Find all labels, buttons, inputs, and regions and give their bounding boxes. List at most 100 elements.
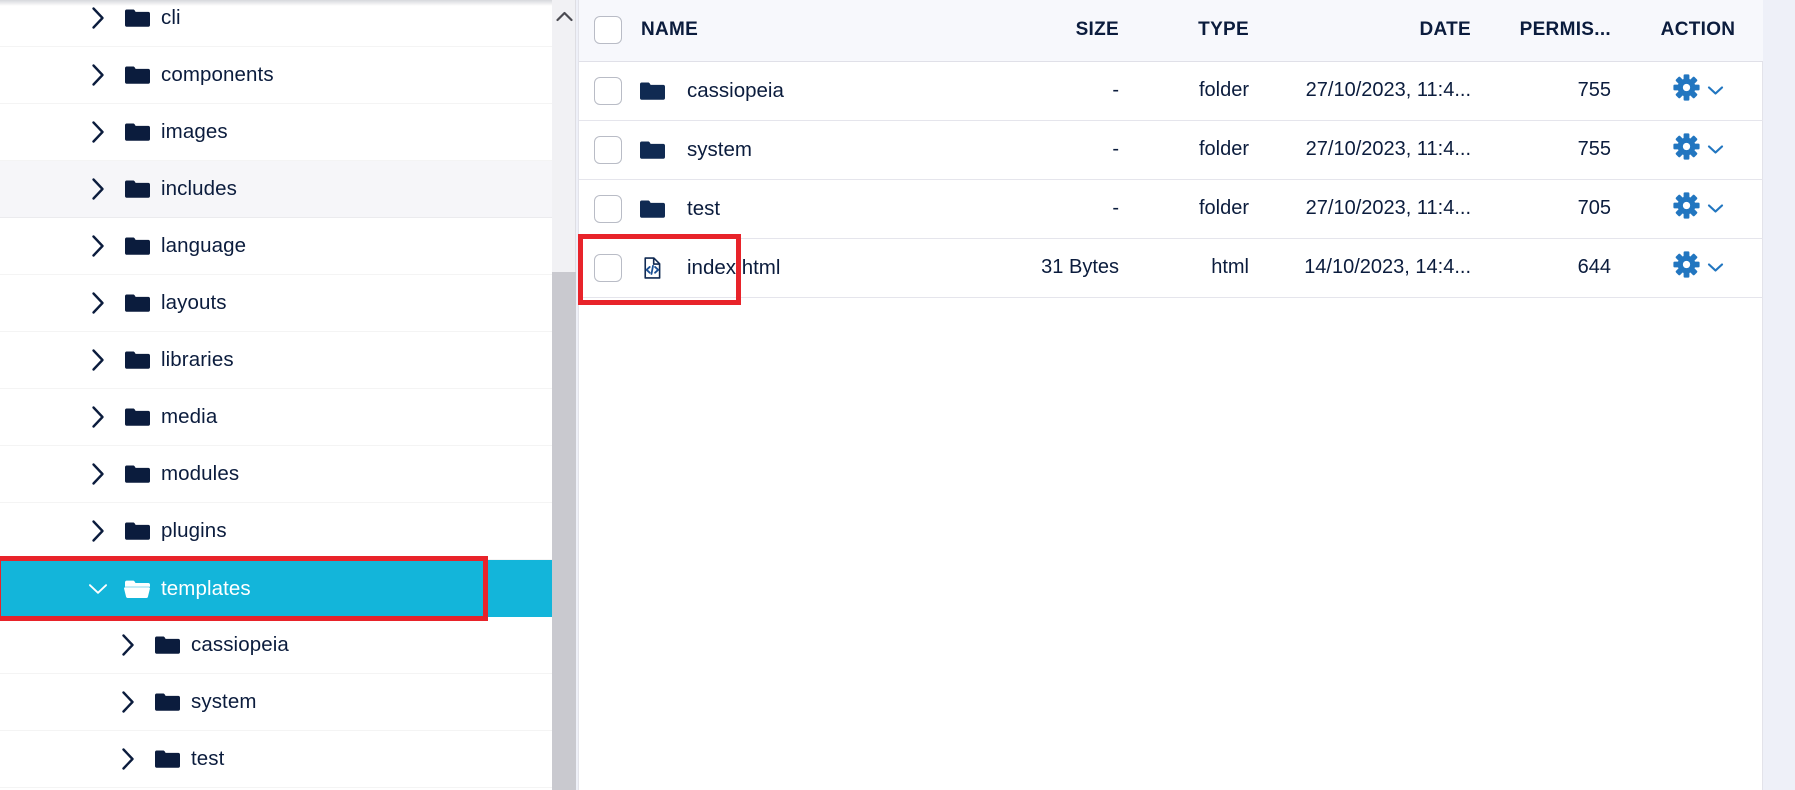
file-permissions-cell: 644	[1485, 238, 1633, 298]
sidebar-item-test[interactable]: test	[0, 731, 554, 788]
column-header-name[interactable]: NAME	[637, 0, 1002, 62]
chevron-down-icon[interactable]	[1707, 79, 1724, 102]
column-header-size-label: SIZE	[1075, 19, 1119, 41]
sidebar-item-content: libraries	[124, 348, 234, 372]
action-menu-button[interactable]	[1672, 251, 1724, 284]
chevron-right-icon[interactable]	[88, 64, 108, 86]
chevron-down-icon[interactable]	[88, 579, 108, 599]
file-name-label: index.html	[687, 255, 781, 279]
folder-icon	[639, 139, 676, 161]
file-manager-screen: cli components images includes language layou…	[0, 0, 1795, 790]
chevron-right-icon[interactable]	[88, 178, 108, 200]
file-name-cell[interactable]: index.html	[637, 238, 1002, 298]
action-menu-button[interactable]	[1672, 192, 1724, 225]
sidebar-item-label: layouts	[161, 291, 227, 314]
file-name-label: cassiopeia	[687, 78, 784, 102]
sidebar-item-modules[interactable]: modules	[0, 446, 554, 503]
column-header-name-label: NAME	[641, 19, 699, 41]
file-permissions-cell: 755	[1485, 61, 1633, 121]
sidebar-item-content: media	[124, 405, 217, 429]
file-name-cell[interactable]: cassiopeia	[637, 61, 1002, 121]
row-checkbox[interactable]	[594, 253, 622, 282]
folder-icon	[154, 748, 191, 770]
action-menu-button[interactable]	[1672, 133, 1724, 166]
sidebar-item-content: system	[154, 690, 257, 714]
sidebar-item-label: images	[161, 120, 228, 143]
sidebar-item-cli[interactable]: cli	[0, 0, 554, 47]
chevron-right-icon[interactable]	[118, 748, 138, 770]
chevron-down-icon[interactable]	[1707, 138, 1724, 161]
folder-icon	[124, 121, 161, 143]
file-date-cell: 27/10/2023, 11:4...	[1265, 61, 1485, 121]
sidebar-item-templates[interactable]: templates	[0, 560, 554, 617]
chevron-up-icon[interactable]	[552, 6, 576, 26]
sidebar-item-content: cassiopeia	[154, 633, 289, 657]
column-header-permissions-label: PERMIS...	[1519, 19, 1611, 41]
table-row[interactable]: index.html 31 Bytes html 14/10/2023, 14:4..…	[579, 238, 1763, 298]
column-header-size[interactable]: SIZE	[1002, 0, 1137, 62]
sidebar-item-system[interactable]: system	[0, 674, 554, 731]
sidebar-item-media[interactable]: media	[0, 389, 554, 446]
row-select-cell	[579, 238, 637, 298]
chevron-right-icon[interactable]	[88, 520, 108, 542]
chevron-right-icon[interactable]	[88, 463, 108, 485]
gear-icon[interactable]	[1672, 251, 1700, 284]
sidebar-item-images[interactable]: images	[0, 104, 554, 161]
table-row[interactable]: test - folder 27/10/2023, 11:4... 705	[579, 179, 1763, 239]
sidebar-item-label: includes	[161, 177, 238, 200]
action-menu-button[interactable]	[1672, 74, 1724, 107]
chevron-right-icon[interactable]	[88, 121, 108, 143]
chevron-right-icon[interactable]	[118, 691, 138, 713]
chevron-right-icon[interactable]	[88, 292, 108, 314]
table-row[interactable]: cassiopeia - folder 27/10/2023, 11:4... 755	[579, 61, 1763, 121]
sidebar-item-content: modules	[124, 462, 239, 486]
file-name-cell[interactable]: test	[637, 179, 1002, 239]
scrollbar-thumb[interactable]	[552, 0, 576, 272]
sidebar-item-label: components	[161, 63, 274, 86]
chevron-down-icon[interactable]	[1707, 256, 1724, 279]
column-header-permissions[interactable]: PERMIS...	[1485, 0, 1633, 62]
row-action-cell	[1633, 238, 1763, 298]
table-header: NAME SIZE TYPE DATE PERMIS... ACTION	[579, 0, 1763, 62]
row-checkbox[interactable]	[594, 135, 622, 164]
sidebar-file-tree[interactable]: cli components images includes language layou…	[0, 0, 554, 790]
file-size-cell: 31 Bytes	[1002, 238, 1137, 298]
sidebar-item-language[interactable]: language	[0, 218, 554, 275]
folder-icon	[124, 463, 161, 485]
sidebar-item-plugins[interactable]: plugins	[0, 503, 554, 560]
sidebar-item-libraries[interactable]: libraries	[0, 332, 554, 389]
select-all-header	[579, 0, 637, 62]
chevron-right-icon[interactable]	[88, 7, 108, 29]
chevron-right-icon[interactable]	[88, 406, 108, 428]
row-checkbox[interactable]	[594, 194, 622, 223]
column-header-type[interactable]: TYPE	[1137, 0, 1265, 62]
chevron-right-icon[interactable]	[118, 634, 138, 656]
column-header-date[interactable]: DATE	[1265, 0, 1485, 62]
sidebar-item-layouts[interactable]: layouts	[0, 275, 554, 332]
chevron-right-icon[interactable]	[88, 349, 108, 371]
file-name-wrapper: index.html	[637, 256, 1002, 280]
row-checkbox[interactable]	[594, 76, 622, 105]
sidebar-item-components[interactable]: components	[0, 47, 554, 104]
folder-icon	[124, 349, 161, 371]
sidebar-item-content: components	[124, 63, 274, 87]
gear-icon[interactable]	[1672, 192, 1700, 225]
sidebar-item-cassiopeia[interactable]: cassiopeia	[0, 617, 554, 674]
file-table-container: NAME SIZE TYPE DATE PERMIS... ACTION cas…	[578, 0, 1763, 790]
folder-icon	[124, 64, 161, 86]
vertical-scrollbar[interactable]	[552, 0, 576, 790]
gear-icon[interactable]	[1672, 133, 1700, 166]
table-row[interactable]: system - folder 27/10/2023, 11:4... 755	[579, 120, 1763, 180]
chevron-right-icon[interactable]	[88, 235, 108, 257]
gear-icon[interactable]	[1672, 74, 1700, 107]
file-type-cell: html	[1137, 238, 1265, 298]
sidebar-item-content: plugins	[124, 519, 227, 543]
sidebar-item-label: plugins	[161, 519, 227, 542]
file-name-cell[interactable]: system	[637, 120, 1002, 180]
chevron-down-icon[interactable]	[1707, 197, 1724, 220]
folder-icon	[124, 178, 161, 200]
select-all-checkbox[interactable]	[594, 16, 622, 45]
sidebar-item-includes[interactable]: includes	[0, 161, 554, 218]
file-table: NAME SIZE TYPE DATE PERMIS... ACTION cas…	[579, 0, 1763, 298]
folder-open-icon	[124, 578, 161, 600]
